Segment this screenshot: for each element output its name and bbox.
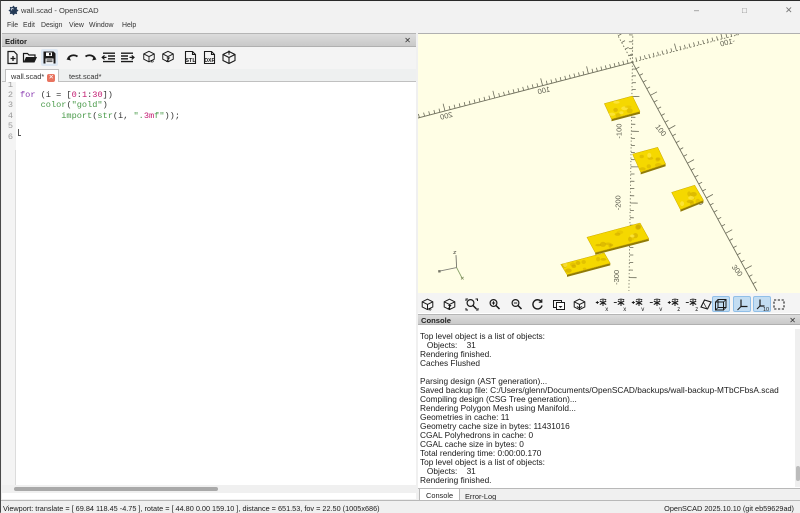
- svg-text:100: 100: [537, 84, 551, 96]
- svg-text:100: 100: [653, 123, 668, 138]
- svg-text:y: y: [659, 306, 662, 310]
- svg-text:-300: -300: [612, 270, 621, 285]
- svg-text:-100: -100: [614, 124, 623, 139]
- svg-text:STL: STL: [185, 58, 196, 64]
- svg-text:»: »: [150, 58, 154, 64]
- svg-text:10: 10: [763, 306, 769, 310]
- svg-text:-200: -200: [613, 195, 622, 210]
- svg-text:y: y: [641, 306, 644, 310]
- svg-text:x: x: [605, 306, 608, 310]
- svg-text:300: 300: [730, 263, 745, 278]
- svg-text:z: z: [677, 306, 680, 310]
- svg-text:200: 200: [439, 110, 453, 122]
- svg-text:x: x: [623, 306, 626, 310]
- svg-text:DXF: DXF: [204, 58, 214, 64]
